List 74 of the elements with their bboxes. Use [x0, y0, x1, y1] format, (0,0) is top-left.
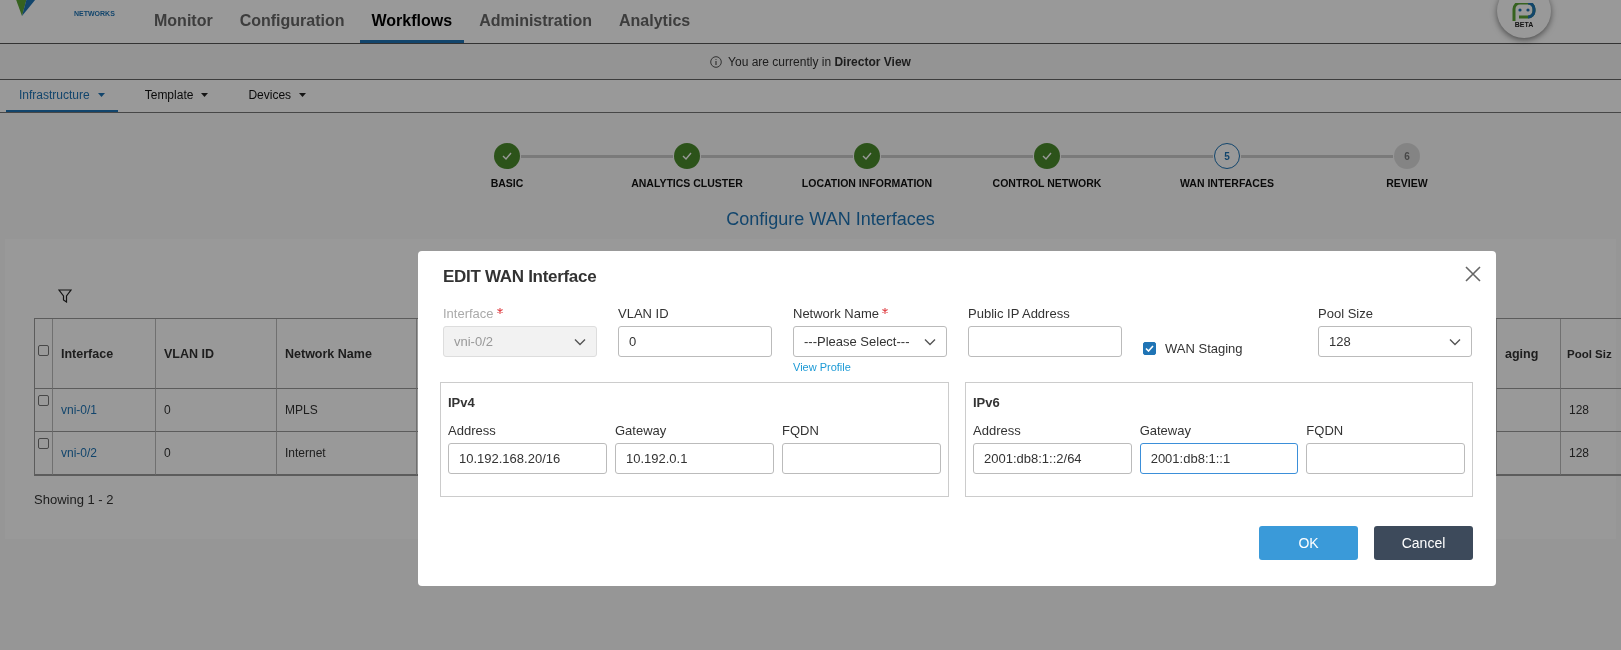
- column-header[interactable]: Interface: [53, 319, 156, 389]
- caret-icon: [201, 93, 209, 97]
- info-icon: [710, 55, 723, 68]
- field-label: Gateway: [1139, 423, 1192, 440]
- field-label: Public IP Address: [968, 306, 1071, 323]
- table-cell: Internet: [277, 432, 417, 475]
- field-label: VLAN ID: [618, 306, 670, 323]
- close-icon[interactable]: [1464, 265, 1482, 283]
- required-icon: [496, 308, 503, 314]
- menu-tab[interactable]: Devices: [235, 80, 320, 112]
- step-indicator: 5: [1214, 143, 1240, 169]
- field-label: FQDN: [1306, 423, 1345, 440]
- input-field[interactable]: 2001:db8:1::1: [1139, 443, 1299, 474]
- menu-tab[interactable]: Template: [131, 80, 222, 112]
- column-header[interactable]: VLAN ID: [156, 319, 277, 389]
- section-title: IPv6: [973, 394, 1001, 412]
- caret-icon: [299, 93, 307, 97]
- table-cell: 128: [1561, 389, 1621, 432]
- input-field[interactable]: [1306, 443, 1465, 474]
- view-profile-link[interactable]: View Profile: [793, 361, 851, 373]
- input-field[interactable]: 10.192.0.1: [615, 443, 774, 474]
- nav-tab[interactable]: Configuration: [227, 4, 357, 43]
- step-label: ANALYTICS CLUSTER: [631, 177, 743, 189]
- table-cell: MPLS: [277, 389, 417, 432]
- input-field[interactable]: [968, 326, 1122, 357]
- section-title: IPv4: [448, 394, 476, 412]
- pagination-info: Showing 1 - 2: [34, 492, 114, 507]
- field-label: Address: [973, 423, 1022, 440]
- dialog-title: EDIT WAN Interface: [443, 267, 598, 288]
- select-field[interactable]: 128: [1318, 326, 1472, 357]
- step-indicator: 6: [1394, 143, 1420, 169]
- step-label: LOCATION INFORMATION: [801, 177, 933, 189]
- interface-link[interactable]: vni-0/2: [61, 446, 98, 460]
- chevron-down-icon: [574, 337, 586, 346]
- view-notice: You are currently in Director View: [728, 54, 911, 69]
- nav-tab[interactable]: Monitor: [142, 4, 225, 43]
- page-title: Configure WAN Interfaces: [725, 209, 936, 231]
- input-field[interactable]: 10.192.168.20/16: [448, 443, 607, 474]
- field-label: Address: [448, 423, 497, 440]
- chevron-down-icon: [924, 337, 936, 346]
- checkbox[interactable]: [1143, 341, 1156, 355]
- nav-tab[interactable]: Administration: [467, 4, 605, 43]
- field-label: FQDN: [782, 423, 820, 440]
- field-label: Pool Size: [1318, 306, 1374, 323]
- table-cell: 0: [156, 432, 277, 475]
- step-label: REVIEW: [1386, 177, 1428, 189]
- step-label: WAN INTERFACES: [1180, 177, 1274, 189]
- input-field[interactable]: 2001:db8:1::2/64: [973, 443, 1132, 474]
- input-field[interactable]: 0: [618, 326, 772, 357]
- column-header[interactable]: Pool Siz: [1561, 319, 1621, 389]
- checkbox[interactable]: [38, 438, 49, 449]
- column-header[interactable]: Network Name: [277, 319, 417, 389]
- step-label: BASIC: [490, 177, 524, 189]
- checkbox[interactable]: [38, 395, 49, 406]
- checkbox-label: WAN Staging: [1165, 340, 1243, 356]
- field-label: Interface: [443, 306, 597, 326]
- cancel-button[interactable]: Cancel: [1374, 526, 1473, 560]
- table-cell: 128: [1561, 432, 1621, 475]
- column-header[interactable]: aging: [1497, 319, 1561, 389]
- interface-link[interactable]: vni-0/1: [61, 403, 98, 417]
- caret-icon: [97, 93, 105, 97]
- step-label: CONTROL NETWORK: [992, 177, 1102, 189]
- field-label: Gateway: [615, 423, 668, 440]
- nav-tab[interactable]: Analytics: [607, 4, 703, 43]
- ok-button[interactable]: OK: [1259, 526, 1358, 560]
- chevron-down-icon: [1449, 337, 1461, 346]
- input-field[interactable]: [782, 443, 941, 474]
- filter-icon[interactable]: [58, 289, 72, 303]
- menu-tab[interactable]: Infrastructure: [6, 80, 118, 112]
- field-label: Network Name: [793, 306, 947, 326]
- checkbox[interactable]: [38, 345, 49, 356]
- required-icon: [881, 308, 888, 314]
- table-cell: 0: [156, 389, 277, 432]
- select-field[interactable]: ---Please Select---: [793, 326, 947, 357]
